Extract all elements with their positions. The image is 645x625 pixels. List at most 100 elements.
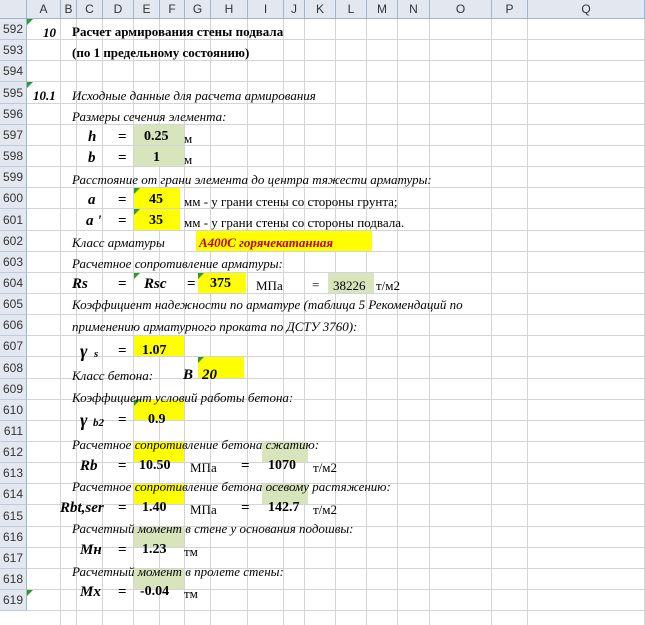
column-header-j[interactable]: J	[284, 0, 305, 19]
row-header-598[interactable]: 598	[0, 146, 27, 167]
row-header-604[interactable]: 604	[0, 273, 27, 294]
a-equals: =	[118, 192, 127, 208]
column-header-c[interactable]: C	[77, 0, 103, 19]
gamma-s-subscript: s	[94, 348, 99, 360]
row-header-606[interactable]: 606	[0, 315, 27, 336]
row-header-613[interactable]: 613	[0, 463, 27, 484]
row-header-600[interactable]: 600	[0, 188, 27, 209]
row-header-617[interactable]: 617	[0, 548, 27, 569]
gamma-b2-value[interactable]: 0.9	[148, 413, 166, 427]
column-header-n[interactable]: N	[398, 0, 430, 19]
rs-equals: =	[118, 276, 127, 292]
column-header-i[interactable]: I	[248, 0, 284, 19]
cell-comment-marker	[198, 273, 204, 279]
rbt-ser-equals: =	[118, 500, 127, 516]
column-header-b[interactable]: B	[61, 0, 77, 19]
cell-comment-marker	[198, 357, 204, 363]
row-header-599[interactable]: 599	[0, 167, 27, 188]
rebar-resistance-value[interactable]: 375	[210, 277, 231, 291]
mn-equals: =	[118, 542, 127, 558]
row-header-609[interactable]: 609	[0, 379, 27, 400]
row-header-618[interactable]: 618	[0, 569, 27, 590]
rebar-class-label: Класс арматуры	[72, 235, 165, 250]
reliability-label-line2: применению арматурного проката по ДСТУ 3…	[72, 319, 358, 334]
reliability-label-line1: Коэффициент надежности по арматуре (табл…	[72, 297, 463, 312]
row-header-592[interactable]: 592	[0, 19, 27, 40]
concrete-class-value[interactable]: 20	[202, 368, 217, 383]
section-10-number: 10	[43, 25, 56, 40]
a-prime-symbol: a '	[86, 213, 102, 229]
section-10-title-line1: Расчет армирования стены подвала	[72, 24, 284, 39]
h-unit: м	[184, 131, 193, 146]
row-header-602[interactable]: 602	[0, 231, 27, 252]
row-header-614[interactable]: 614	[0, 484, 27, 505]
b-value[interactable]: 1	[153, 151, 160, 165]
column-header-f[interactable]: F	[160, 0, 185, 19]
rb-unit: МПа	[190, 460, 217, 475]
row-header-594[interactable]: 594	[0, 61, 27, 82]
a-symbol: a	[88, 192, 96, 208]
concrete-class-label: Класс бетона:	[72, 368, 154, 383]
rebar-resistance-equals: =	[312, 277, 320, 292]
mn-symbol: Мн	[80, 542, 102, 558]
work-conditions-label: Коэффициент условий работы бетона:	[72, 390, 294, 405]
tension-label: Расчетное сопротивление бетона осевому р…	[72, 479, 391, 494]
gamma-s-value[interactable]: 1.07	[142, 344, 167, 358]
row-header-612[interactable]: 612	[0, 442, 27, 463]
section-10-title-line2: (по 1 предельному состоянию)	[72, 45, 250, 60]
column-header-e[interactable]: E	[134, 0, 160, 19]
cell-comment-marker	[27, 19, 33, 25]
column-header-k[interactable]: K	[305, 0, 336, 19]
mx-equals: =	[118, 584, 127, 600]
column-header-q[interactable]: Q	[528, 0, 645, 19]
row-header-616[interactable]: 616	[0, 527, 27, 548]
rsc-equals: =	[187, 276, 196, 292]
h-symbol: h	[88, 129, 97, 145]
column-header-o[interactable]: O	[430, 0, 492, 19]
row-header-597[interactable]: 597	[0, 125, 27, 146]
gamma-b2-symbol: γ	[80, 410, 88, 430]
column-header-h[interactable]: H	[211, 0, 248, 19]
row-header-603[interactable]: 603	[0, 252, 27, 273]
select-all-corner[interactable]	[0, 0, 27, 19]
rs-symbol: Rs	[72, 276, 88, 292]
row-header-615[interactable]: 615	[0, 505, 27, 527]
b-equals: =	[118, 150, 127, 166]
a-value[interactable]: 45	[149, 193, 163, 207]
rebar-resistance-unit: МПа	[256, 278, 283, 293]
rebar-class-value[interactable]: А400С горячекатанная	[199, 236, 333, 249]
row-header-610[interactable]: 610	[0, 400, 27, 421]
gamma-s-symbol: γ	[80, 341, 88, 361]
column-header-g[interactable]: G	[185, 0, 211, 19]
a-prime-note: мм - у грани стены со стороны подвала.	[184, 215, 405, 230]
row-header-608[interactable]: 608	[0, 357, 27, 379]
row-header-593[interactable]: 593	[0, 40, 27, 61]
row-header-607[interactable]: 607	[0, 336, 27, 357]
rb-value[interactable]: 10.50	[139, 459, 171, 473]
row-header-611[interactable]: 611	[0, 421, 27, 442]
column-header-l[interactable]: L	[336, 0, 367, 19]
row-header-605[interactable]: 605	[0, 294, 27, 315]
rbt-ser-value[interactable]: 1.40	[142, 501, 167, 515]
row-header-595[interactable]: 595	[0, 82, 27, 104]
a-prime-value[interactable]: 35	[149, 214, 163, 228]
mn-value[interactable]: 1.23	[142, 543, 167, 557]
column-header-m[interactable]: M	[367, 0, 398, 19]
column-header-a[interactable]: A	[27, 0, 61, 19]
cell-comment-marker	[134, 188, 140, 194]
row-header-601[interactable]: 601	[0, 209, 27, 231]
h-value[interactable]: 0.25	[144, 130, 169, 144]
rebar-resistance-value2: 38226	[333, 278, 366, 293]
mx-value[interactable]: -0.04	[140, 585, 169, 599]
rb-symbol: Rb	[80, 458, 98, 474]
column-header-d[interactable]: D	[103, 0, 134, 19]
rb-equals: =	[118, 458, 127, 474]
row-header-596[interactable]: 596	[0, 104, 27, 125]
moment-span-label: Расчетный момент в пролете стены:	[72, 564, 284, 579]
b-unit: м	[184, 152, 193, 167]
column-header-p[interactable]: P	[492, 0, 528, 19]
moment-base-label: Расчетный момент в стене у основания под…	[72, 521, 354, 536]
section-10-1-title: Исходные данные для расчета армирования	[72, 88, 316, 103]
row-header-619[interactable]: 619	[0, 590, 27, 611]
distance-label: Расстояние от грани элемента до центра т…	[72, 172, 432, 187]
